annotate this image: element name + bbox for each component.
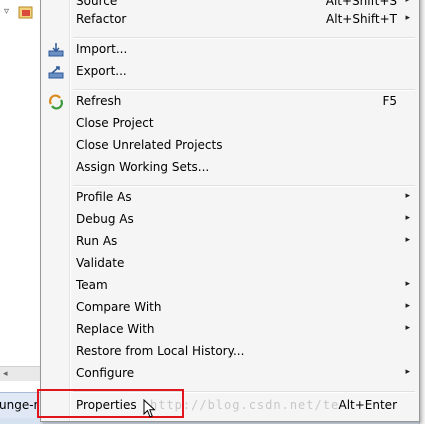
menu-item-accelerator: Alt+Shift+T <box>326 12 397 26</box>
menu-item-label: Configure <box>76 366 135 380</box>
tree-twisty-icon[interactable]: ▿ <box>4 6 9 17</box>
submenu-arrow-icon: ▸ <box>405 367 410 377</box>
menu-item-close-unrelated-projects[interactable]: Close Unrelated Projects <box>43 135 415 157</box>
menu-item-accelerator: Alt+Shift+S <box>325 0 397 8</box>
mouse-cursor-icon <box>143 399 156 418</box>
menu-item-profile-as[interactable]: Profile As ▸ <box>43 187 415 209</box>
menu-item-label: Close Project <box>76 116 154 130</box>
menu-item-label: Debug As <box>76 212 134 226</box>
export-icon <box>48 66 64 79</box>
menu-item-compare-with[interactable]: Compare With ▸ <box>43 297 415 319</box>
menu-item-label: Run As <box>76 234 118 248</box>
submenu-arrow-icon: ▸ <box>405 0 410 5</box>
menu-item-label: Source <box>76 0 118 8</box>
menu-item-refresh[interactable]: Refresh F5 <box>43 91 415 113</box>
menu-item-close-project[interactable]: Close Project <box>43 113 415 135</box>
menu-item-label: Refactor <box>76 12 127 26</box>
menu-item-label: Restore from Local History... <box>76 344 245 358</box>
context-menu: Source Alt+Shift+S ▸ Refactor Alt+Shift+… <box>40 0 420 422</box>
menu-item-import[interactable]: Import... <box>43 39 415 61</box>
refresh-icon <box>49 94 63 110</box>
menu-item-label: Validate <box>76 256 125 270</box>
menu-item-assign-working-sets[interactable]: Assign Working Sets... <box>43 157 415 179</box>
menu-item-accelerator: F5 <box>382 94 397 108</box>
menu-item-replace-with[interactable]: Replace With ▸ <box>43 319 415 341</box>
submenu-arrow-icon: ▸ <box>405 13 410 23</box>
menu-item-label: Profile As <box>76 190 132 204</box>
submenu-arrow-icon: ▸ <box>405 191 410 201</box>
menu-item-export[interactable]: Export... <box>43 61 415 83</box>
menu-item-debug-as[interactable]: Debug As ▸ <box>43 209 415 231</box>
menu-item-validate[interactable]: Validate <box>43 253 415 275</box>
annotation-highlight-box <box>37 389 184 418</box>
submenu-arrow-icon: ▸ <box>405 279 410 289</box>
menu-item-label: Refresh <box>76 94 122 108</box>
menu-item-label: Replace With <box>76 322 155 336</box>
submenu-arrow-icon: ▸ <box>405 213 410 223</box>
menu-item-accelerator: Alt+Enter <box>338 398 397 412</box>
scroll-left-icon[interactable]: ◂ <box>3 369 8 379</box>
submenu-arrow-icon: ▸ <box>405 301 410 311</box>
menu-item-label: Team <box>76 278 108 292</box>
menu-item-label: Compare With <box>76 300 162 314</box>
horizontal-scrollbar[interactable]: ◂ <box>0 366 40 381</box>
menu-item-label: Close Unrelated Projects <box>76 138 223 152</box>
import-icon <box>48 43 64 57</box>
project-explorer-panel: ▿ <box>0 0 40 424</box>
menu-item-restore-from-local-history[interactable]: Restore from Local History... <box>43 341 415 363</box>
menu-item-configure[interactable]: Configure ▸ <box>43 363 415 385</box>
editor-tab-label: unge-r <box>0 398 39 412</box>
project-folder-icon <box>18 6 33 19</box>
menu-item-team[interactable]: Team ▸ <box>43 275 415 297</box>
submenu-arrow-icon: ▸ <box>405 235 410 245</box>
menu-item-refactor[interactable]: Refactor Alt+Shift+T ▸ <box>43 9 415 31</box>
menu-item-run-as[interactable]: Run As ▸ <box>43 231 415 253</box>
editor-tab[interactable]: unge-r <box>0 392 40 419</box>
menu-item-label: Import... <box>76 42 128 56</box>
menu-item-label: Export... <box>76 64 127 78</box>
menu-item-label: Assign Working Sets... <box>76 160 210 174</box>
submenu-arrow-icon: ▸ <box>405 323 410 333</box>
